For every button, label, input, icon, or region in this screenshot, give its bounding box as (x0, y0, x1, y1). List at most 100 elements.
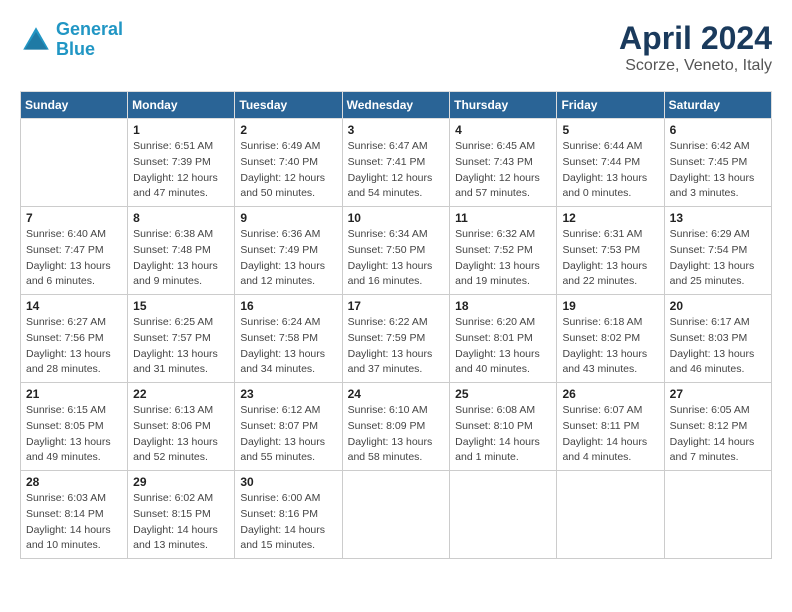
logo-line1: General (56, 19, 123, 39)
day-number: 3 (348, 123, 445, 137)
day-number: 14 (26, 299, 122, 313)
calendar-cell: 8Sunrise: 6:38 AM Sunset: 7:48 PM Daylig… (128, 207, 235, 295)
calendar-cell: 6Sunrise: 6:42 AM Sunset: 7:45 PM Daylig… (664, 119, 771, 207)
day-number: 5 (562, 123, 658, 137)
calendar-cell: 19 Sunrise: 6:18 AM Sunset: 8:02 PM Dayli… (557, 295, 664, 383)
day-number: 18 (455, 299, 551, 313)
day-info: Sunrise: 6:44 AM Sunset: 7:44 PM Dayligh… (562, 139, 658, 202)
day-info: Sunrise: 6:03 AM Sunset: 8:14 PM Dayligh… (26, 491, 122, 554)
day-info: Sunrise: 6:05 AM Sunset: 8:12 PM Dayligh… (670, 403, 766, 466)
day-number: 10 (348, 211, 445, 225)
day-number: 21 (26, 387, 122, 401)
logo-text: General Blue (56, 20, 123, 60)
day-info: Sunrise: 6:20 AM Sunset: 8:01 PM Dayligh… (455, 315, 551, 378)
day-info: Sunrise: 6:10 AM Sunset: 8:09 PM Dayligh… (348, 403, 445, 466)
day-info: Sunrise: 6:00 AM Sunset: 8:16 PM Dayligh… (240, 491, 336, 554)
day-info: Sunrise: 6:02 AM Sunset: 8:15 PM Dayligh… (133, 491, 229, 554)
calendar-cell: 15Sunrise: 6:25 AM Sunset: 7:57 PM Dayli… (128, 295, 235, 383)
day-number: 1 (133, 123, 229, 137)
calendar-cell: 16Sunrise: 6:24 AM Sunset: 7:58 PM Dayli… (235, 295, 342, 383)
day-number: 12 (562, 211, 658, 225)
day-info: Sunrise: 6:34 AM Sunset: 7:50 PM Dayligh… (348, 227, 445, 290)
calendar-cell: 2 Sunrise: 6:49 AM Sunset: 7:40 PM Daylig… (235, 119, 342, 207)
calendar-cell: 30 Sunrise: 6:00 AM Sunset: 8:16 PM Dayli… (235, 471, 342, 559)
calendar-cell: 9Sunrise: 6:36 AM Sunset: 7:49 PM Daylig… (235, 207, 342, 295)
day-info: Sunrise: 6:12 AM Sunset: 8:07 PM Dayligh… (240, 403, 336, 466)
day-info: Sunrise: 6:31 AM Sunset: 7:53 PM Dayligh… (562, 227, 658, 290)
calendar-cell: 17 Sunrise: 6:22 AM Sunset: 7:59 PM Dayli… (342, 295, 450, 383)
calendar-cell: 4 Sunrise: 6:45 AM Sunset: 7:43 PM Daylig… (450, 119, 557, 207)
calendar-cell (557, 471, 664, 559)
day-number: 2 (240, 123, 336, 137)
day-number: 25 (455, 387, 551, 401)
day-info: Sunrise: 6:27 AM Sunset: 7:56 PM Dayligh… (26, 315, 122, 378)
calendar-cell (21, 119, 128, 207)
day-number: 13 (670, 211, 766, 225)
weekday-header-thursday: Thursday (450, 92, 557, 119)
day-number: 28 (26, 475, 122, 489)
day-info: Sunrise: 6:42 AM Sunset: 7:45 PM Dayligh… (670, 139, 766, 202)
calendar-cell: 24 Sunrise: 6:10 AM Sunset: 8:09 PM Dayli… (342, 383, 450, 471)
week-row-2: 7 Sunrise: 6:40 AM Sunset: 7:47 PM Daylig… (21, 207, 772, 295)
day-number: 23 (240, 387, 336, 401)
weekday-header-sunday: Sunday (21, 92, 128, 119)
title-block: April 2024 Scorze, Veneto, Italy (619, 20, 772, 75)
day-info: Sunrise: 6:07 AM Sunset: 8:11 PM Dayligh… (562, 403, 658, 466)
day-info: Sunrise: 6:49 AM Sunset: 7:40 PM Dayligh… (240, 139, 336, 202)
weekday-header-tuesday: Tuesday (235, 92, 342, 119)
weekday-row: SundayMondayTuesdayWednesdayThursdayFrid… (21, 92, 772, 119)
weekday-header-monday: Monday (128, 92, 235, 119)
calendar-cell: 13Sunrise: 6:29 AM Sunset: 7:54 PM Dayli… (664, 207, 771, 295)
month-title: April 2024 (619, 20, 772, 57)
page-header: General Blue April 2024 Scorze, Veneto, … (20, 20, 772, 75)
calendar-cell: 10 Sunrise: 6:34 AM Sunset: 7:50 PM Dayli… (342, 207, 450, 295)
day-number: 26 (562, 387, 658, 401)
day-info: Sunrise: 6:51 AM Sunset: 7:39 PM Dayligh… (133, 139, 229, 202)
logo-line2: Blue (56, 39, 95, 59)
calendar-cell: 26 Sunrise: 6:07 AM Sunset: 8:11 PM Dayli… (557, 383, 664, 471)
day-number: 27 (670, 387, 766, 401)
weekday-header-wednesday: Wednesday (342, 92, 450, 119)
week-row-5: 28 Sunrise: 6:03 AM Sunset: 8:14 PM Dayli… (21, 471, 772, 559)
calendar-cell: 22Sunrise: 6:13 AM Sunset: 8:06 PM Dayli… (128, 383, 235, 471)
day-info: Sunrise: 6:32 AM Sunset: 7:52 PM Dayligh… (455, 227, 551, 290)
day-number: 4 (455, 123, 551, 137)
calendar-cell: 1 Sunrise: 6:51 AM Sunset: 7:39 PM Daylig… (128, 119, 235, 207)
calendar-cell (342, 471, 450, 559)
calendar-cell: 27 Sunrise: 6:05 AM Sunset: 8:12 PM Dayli… (664, 383, 771, 471)
calendar-body: 1 Sunrise: 6:51 AM Sunset: 7:39 PM Daylig… (21, 119, 772, 559)
calendar-cell: 29 Sunrise: 6:02 AM Sunset: 8:15 PM Dayli… (128, 471, 235, 559)
calendar-cell: 18 Sunrise: 6:20 AM Sunset: 8:01 PM Dayli… (450, 295, 557, 383)
day-number: 16 (240, 299, 336, 313)
day-number: 9 (240, 211, 336, 225)
calendar-cell: 28 Sunrise: 6:03 AM Sunset: 8:14 PM Dayli… (21, 471, 128, 559)
day-info: Sunrise: 6:22 AM Sunset: 7:59 PM Dayligh… (348, 315, 445, 378)
day-number: 20 (670, 299, 766, 313)
day-info: Sunrise: 6:08 AM Sunset: 8:10 PM Dayligh… (455, 403, 551, 466)
day-number: 11 (455, 211, 551, 225)
calendar-cell: 5 Sunrise: 6:44 AM Sunset: 7:44 PM Daylig… (557, 119, 664, 207)
calendar-header: SundayMondayTuesdayWednesdayThursdayFrid… (21, 92, 772, 119)
location: Scorze, Veneto, Italy (619, 57, 772, 75)
calendar-cell: 20 Sunrise: 6:17 AM Sunset: 8:03 PM Dayli… (664, 295, 771, 383)
day-number: 24 (348, 387, 445, 401)
day-number: 30 (240, 475, 336, 489)
day-info: Sunrise: 6:40 AM Sunset: 7:47 PM Dayligh… (26, 227, 122, 290)
calendar-cell: 25 Sunrise: 6:08 AM Sunset: 8:10 PM Dayli… (450, 383, 557, 471)
calendar-cell: 11 Sunrise: 6:32 AM Sunset: 7:52 PM Dayli… (450, 207, 557, 295)
calendar-cell: 14 Sunrise: 6:27 AM Sunset: 7:56 PM Dayli… (21, 295, 128, 383)
day-info: Sunrise: 6:18 AM Sunset: 8:02 PM Dayligh… (562, 315, 658, 378)
logo-icon (20, 24, 52, 56)
calendar-cell (450, 471, 557, 559)
logo: General Blue (20, 20, 123, 60)
calendar-cell: 3Sunrise: 6:47 AM Sunset: 7:41 PM Daylig… (342, 119, 450, 207)
week-row-4: 21Sunrise: 6:15 AM Sunset: 8:05 PM Dayli… (21, 383, 772, 471)
day-number: 29 (133, 475, 229, 489)
day-info: Sunrise: 6:45 AM Sunset: 7:43 PM Dayligh… (455, 139, 551, 202)
day-number: 17 (348, 299, 445, 313)
day-number: 8 (133, 211, 229, 225)
day-info: Sunrise: 6:17 AM Sunset: 8:03 PM Dayligh… (670, 315, 766, 378)
calendar-cell: 21Sunrise: 6:15 AM Sunset: 8:05 PM Dayli… (21, 383, 128, 471)
day-number: 7 (26, 211, 122, 225)
day-number: 19 (562, 299, 658, 313)
